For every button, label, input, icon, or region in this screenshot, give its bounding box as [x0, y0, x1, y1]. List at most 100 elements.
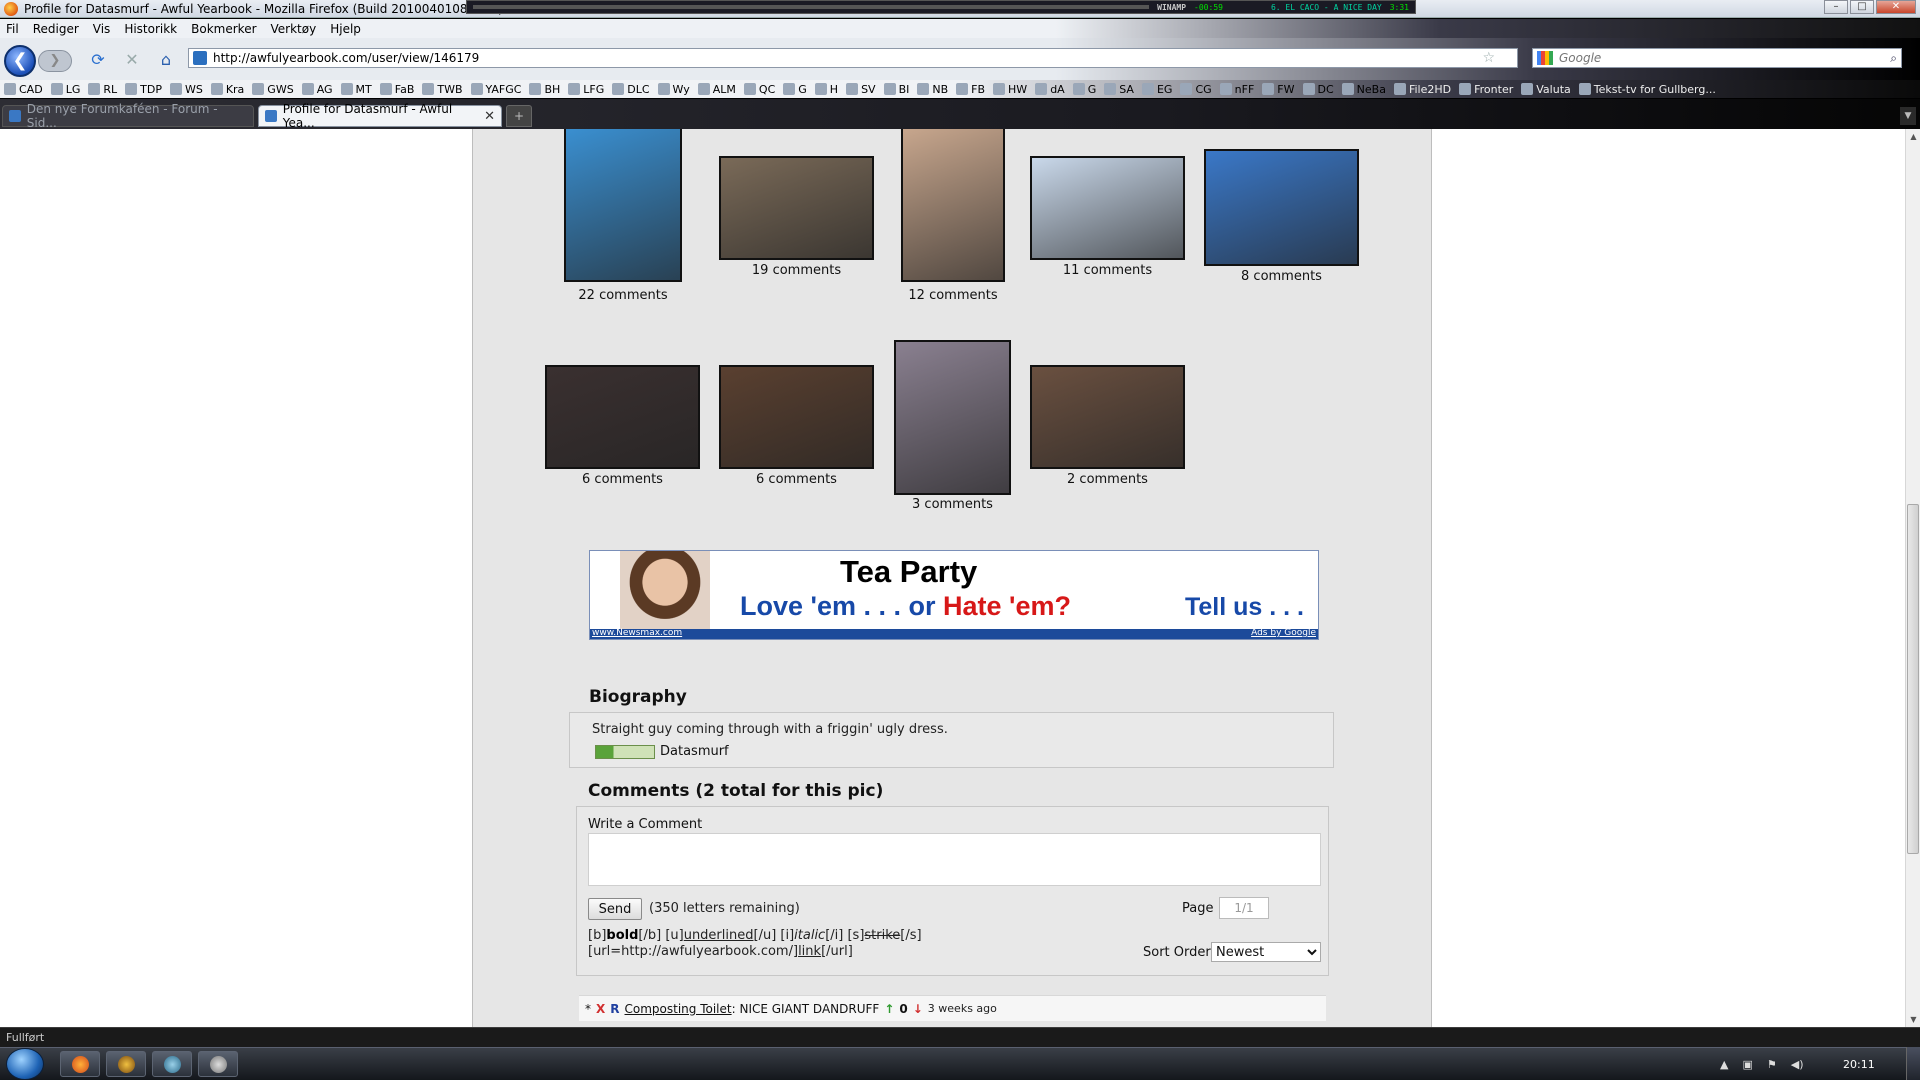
taskbar-app[interactable] — [198, 1051, 238, 1077]
menu-bookmarks[interactable]: Bokmerker — [191, 22, 256, 36]
bookmark-item[interactable]: WS — [169, 83, 203, 96]
photo-item[interactable]: 6 comments — [545, 365, 700, 487]
photo-comment-count[interactable]: 12 comments — [853, 288, 1053, 303]
comment-author-link[interactable]: Composting Toilet — [625, 1002, 732, 1016]
bookmark-item[interactable]: MT — [340, 83, 372, 96]
tab-profile-datasmurf[interactable]: Profile for Datasmurf - Awful Yea... ✕ — [258, 102, 502, 130]
bookmark-item[interactable]: NB — [917, 83, 948, 96]
show-hidden-icons-icon[interactable]: ▲ — [1720, 1058, 1728, 1071]
bookmark-item[interactable]: YAFGC — [470, 83, 521, 96]
bookmark-item[interactable]: ALM — [697, 83, 736, 96]
forward-button[interactable]: ❯ — [38, 50, 72, 72]
photo-item[interactable]: 11 comments — [1030, 156, 1185, 278]
photo-comment-count[interactable]: 2 comments — [1008, 472, 1208, 487]
bookmark-item[interactable]: nFF — [1219, 83, 1254, 96]
photo-thumbnail[interactable] — [901, 129, 1005, 282]
bookmark-item[interactable]: Valuta — [1521, 83, 1571, 96]
scroll-down-arrow-icon[interactable]: ▼ — [1906, 1012, 1920, 1027]
menu-tools[interactable]: Verktøy — [271, 22, 317, 36]
photo-item[interactable]: 3 comments — [894, 340, 1011, 512]
photo-item[interactable]: 6 comments — [719, 365, 874, 487]
photo-comment-count[interactable]: 3 comments — [853, 497, 1053, 512]
bookmark-item[interactable]: Wy — [657, 83, 690, 96]
photo-item[interactable]: 22 comments — [564, 129, 682, 303]
bookmark-item[interactable]: GWS — [252, 83, 294, 96]
photo-thumbnail[interactable] — [1030, 156, 1185, 260]
search-bar[interactable]: ⌕ — [1532, 48, 1902, 68]
bookmark-item[interactable]: TWB — [422, 83, 463, 96]
menu-help[interactable]: Hjelp — [330, 22, 361, 36]
new-tab-button[interactable]: + — [506, 105, 532, 127]
bookmark-item[interactable]: LFG — [568, 83, 604, 96]
photo-thumbnail[interactable] — [564, 129, 682, 282]
taskbar-app[interactable] — [152, 1051, 192, 1077]
ads-by-google-link[interactable]: Ads by Google — [1251, 628, 1316, 638]
photo-thumbnail[interactable] — [719, 156, 874, 260]
page-input[interactable] — [1219, 897, 1269, 919]
photo-item[interactable]: 2 comments — [1030, 365, 1185, 487]
bookmark-item[interactable]: HW — [993, 83, 1027, 96]
bookmark-item[interactable]: BH — [529, 83, 560, 96]
search-input[interactable] — [1559, 51, 1859, 65]
bookmark-item[interactable]: RL — [88, 83, 117, 96]
bookmark-item[interactable]: dA — [1035, 83, 1065, 96]
bookmark-item[interactable]: QC — [743, 83, 775, 96]
back-button[interactable]: ❮ — [4, 45, 36, 77]
photo-item[interactable]: 19 comments — [719, 156, 874, 278]
photo-thumbnail[interactable] — [894, 340, 1011, 495]
google-engine-icon[interactable] — [1537, 51, 1553, 65]
photo-item[interactable]: 12 comments — [901, 129, 1005, 303]
bookmark-item[interactable]: FW — [1262, 83, 1295, 96]
bookmark-item[interactable]: H — [814, 83, 838, 96]
sort-order-select[interactable]: Newest — [1211, 942, 1321, 962]
bookmark-item[interactable]: DLC — [612, 83, 650, 96]
taskbar-clock[interactable]: 20:11 — [1843, 1058, 1875, 1071]
home-icon[interactable]: ⌂ — [156, 50, 176, 70]
bookmark-item[interactable]: Kra — [210, 83, 244, 96]
photo-comment-count[interactable]: 22 comments — [523, 288, 723, 303]
bookmark-item[interactable]: NeBa — [1341, 83, 1386, 96]
bookmark-star-icon[interactable]: ☆ — [1482, 50, 1495, 66]
menu-history[interactable]: Historikk — [124, 22, 177, 36]
bookmark-item[interactable]: EG — [1141, 83, 1172, 96]
send-button[interactable]: Send — [588, 898, 642, 920]
bookmark-item[interactable]: LG — [50, 83, 80, 96]
bookmark-item[interactable]: FaB — [379, 83, 414, 96]
reload-icon[interactable]: ⟳ — [88, 50, 108, 70]
reply-comment-icon[interactable]: R — [610, 1002, 619, 1016]
bookmark-item[interactable]: BI — [883, 83, 909, 96]
stop-icon[interactable]: ✕ — [122, 50, 142, 70]
photo-comment-count[interactable]: 8 comments — [1182, 269, 1382, 284]
taskbar-firefox[interactable] — [60, 1051, 100, 1077]
close-window-button[interactable]: ✕ — [1876, 0, 1916, 14]
bookmark-item[interactable]: TDP — [125, 83, 162, 96]
delete-comment-icon[interactable]: X — [596, 1002, 605, 1016]
winamp-player[interactable]: WINAMP -00:59 6. EL CACO - A NICE DAY 3:… — [466, 0, 1416, 14]
network-icon[interactable]: ▣ — [1742, 1058, 1752, 1071]
bookmark-item[interactable]: CAD — [4, 83, 43, 96]
bookmark-item[interactable]: FB — [956, 83, 985, 96]
tab-forumkafeen[interactable]: Den nye Forumkaféen - Forum - Sid... — [2, 102, 254, 130]
maximize-button[interactable]: □ — [1850, 0, 1874, 14]
bookmark-item[interactable]: Fronter — [1459, 83, 1513, 96]
volume-icon[interactable]: ◀) — [1791, 1058, 1804, 1071]
bookmark-item[interactable]: G — [783, 83, 807, 96]
photo-thumbnail[interactable] — [719, 365, 874, 469]
menu-view[interactable]: Vis — [93, 22, 111, 36]
bookmark-item[interactable]: SA — [1104, 83, 1134, 96]
bookmark-item[interactable]: SV — [846, 83, 876, 96]
action-center-flag-icon[interactable]: ⚑ — [1767, 1058, 1777, 1071]
address-bar[interactable]: http://awfulyearbook.com/user/view/14617… — [188, 48, 1518, 68]
scroll-up-arrow-icon[interactable]: ▲ — [1906, 129, 1920, 144]
ad-cta[interactable]: Tell us . . . — [1185, 593, 1304, 622]
bookmark-item[interactable]: AG — [301, 83, 333, 96]
photo-comment-count[interactable]: 19 comments — [697, 263, 897, 278]
photo-thumbnail[interactable] — [1204, 149, 1359, 266]
winamp-seek-bar[interactable] — [473, 5, 1150, 9]
photo-item[interactable]: 8 comments — [1204, 149, 1359, 284]
photo-comment-count[interactable]: 11 comments — [1008, 263, 1208, 278]
comment-textarea[interactable] — [588, 833, 1321, 886]
menu-edit[interactable]: Rediger — [33, 22, 79, 36]
photo-comment-count[interactable]: 6 comments — [697, 472, 897, 487]
bookmark-item[interactable]: G — [1072, 83, 1096, 96]
